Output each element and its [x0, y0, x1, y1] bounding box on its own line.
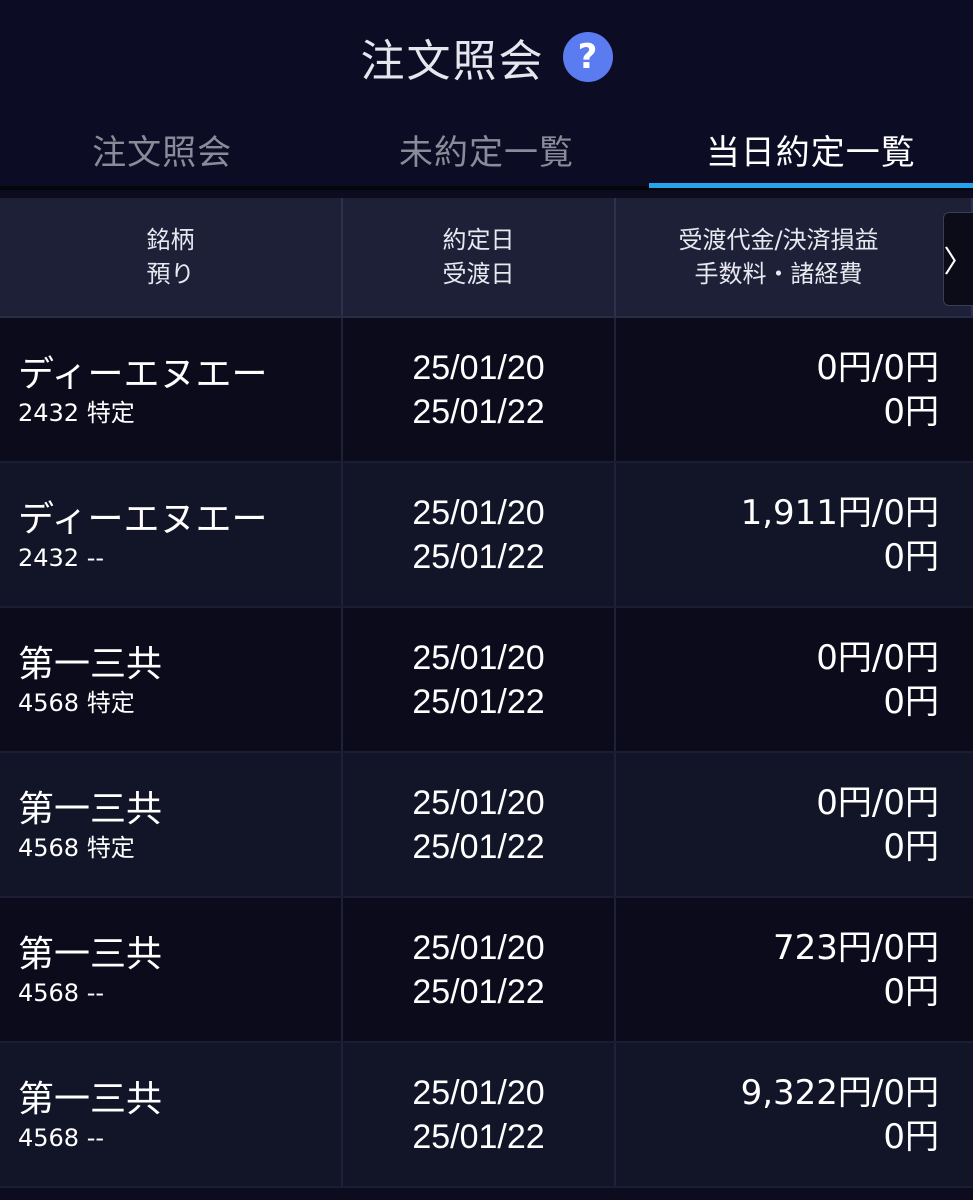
- settlement-amount: 1,911円/0円: [740, 492, 939, 533]
- tab-today-executions[interactable]: 当日約定一覧: [648, 112, 973, 188]
- settlement-amount: 0円/0円: [816, 782, 939, 823]
- tab-unexecuted-list[interactable]: 未約定一覧: [324, 112, 648, 186]
- tab-bar: 注文照会 未約定一覧 当日約定一覧: [0, 112, 973, 190]
- stock-code-account: 2432 特定: [18, 398, 135, 427]
- dates-cell: 25/01/20 25/01/22: [343, 753, 616, 896]
- settlement-date: 25/01/22: [412, 682, 545, 721]
- stock-cell: ディーエヌエー 2432 --: [0, 463, 343, 606]
- executions-table: 銘柄 預り 約定日 受渡日 受渡代金/決済損益 手数料・諸経費 〉 ディーエヌエ…: [0, 198, 973, 1188]
- settlement-amount: 723円/0円: [773, 927, 939, 968]
- column-header-dates-line1: 約定日: [442, 226, 515, 254]
- dates-cell: 25/01/20 25/01/22: [343, 608, 616, 751]
- trade-date: 25/01/20: [412, 493, 545, 532]
- question-circle-icon[interactable]: ?: [562, 32, 613, 82]
- fee-amount: 0円: [883, 681, 939, 722]
- stock-code-account: 4568 特定: [18, 833, 135, 862]
- column-header-stock: 銘柄 預り: [0, 198, 343, 316]
- stock-cell: ディーエヌエー 2432 特定: [0, 318, 343, 461]
- amounts-cell: 0円/0円 0円: [616, 318, 973, 461]
- settlement-date: 25/01/22: [412, 537, 545, 576]
- trade-date: 25/01/20: [412, 1073, 545, 1112]
- settlement-date: 25/01/22: [412, 972, 545, 1011]
- fee-amount: 0円: [883, 826, 939, 867]
- settlement-date: 25/01/22: [412, 1117, 545, 1156]
- table-row[interactable]: 第一三共 4568 -- 25/01/20 25/01/22 9,322円/0円…: [0, 1043, 973, 1188]
- dates-cell: 25/01/20 25/01/22: [343, 463, 616, 606]
- amounts-cell: 0円/0円 0円: [616, 753, 973, 896]
- stock-cell: 第一三共 4568 --: [0, 1043, 343, 1186]
- dates-cell: 25/01/20 25/01/22: [343, 318, 616, 461]
- scroll-right-button[interactable]: 〉: [943, 212, 973, 306]
- settlement-amount: 0円/0円: [816, 637, 939, 678]
- settlement-amount: 0円/0円: [816, 347, 939, 388]
- stock-name: 第一三共: [18, 788, 163, 830]
- dates-cell: 25/01/20 25/01/22: [343, 1043, 616, 1186]
- column-header-dates: 約定日 受渡日: [343, 198, 616, 316]
- stock-cell: 第一三共 4568 特定: [0, 753, 343, 896]
- table-row[interactable]: 第一三共 4568 特定 25/01/20 25/01/22 0円/0円 0円: [0, 753, 973, 898]
- trade-date: 25/01/20: [412, 928, 545, 967]
- stock-code-account: 4568 --: [18, 1123, 105, 1152]
- trade-date: 25/01/20: [412, 638, 545, 677]
- tab-order-inquiry[interactable]: 注文照会: [0, 112, 324, 186]
- table-row[interactable]: ディーエヌエー 2432 特定 25/01/20 25/01/22 0円/0円 …: [0, 318, 973, 463]
- settlement-date: 25/01/22: [412, 392, 545, 431]
- chevron-right-icon: 〉: [943, 245, 973, 280]
- table-row[interactable]: 第一三共 4568 -- 25/01/20 25/01/22 723円/0円 0…: [0, 898, 973, 1043]
- dates-cell: 25/01/20 25/01/22: [343, 898, 616, 1041]
- table-header: 銘柄 預り 約定日 受渡日 受渡代金/決済損益 手数料・諸経費 〉: [0, 198, 973, 318]
- column-header-stock-line2: 預り: [146, 260, 195, 288]
- settlement-amount: 9,322円/0円: [740, 1072, 939, 1113]
- stock-code-account: 4568 特定: [18, 688, 135, 717]
- fee-amount: 0円: [883, 391, 939, 432]
- title-bar: 注文照会 ?: [0, 22, 973, 92]
- stock-cell: 第一三共 4568 特定: [0, 608, 343, 751]
- column-header-amounts-line2: 手数料・諸経費: [694, 260, 863, 288]
- stock-name: 第一三共: [18, 643, 163, 685]
- fee-amount: 0円: [883, 1116, 939, 1157]
- trade-date: 25/01/20: [412, 348, 545, 387]
- stock-code-account: 2432 --: [18, 543, 105, 572]
- column-header-amounts: 受渡代金/決済損益 手数料・諸経費: [616, 198, 973, 316]
- trade-date: 25/01/20: [412, 783, 545, 822]
- fee-amount: 0円: [883, 536, 939, 577]
- app-header: 注文照会 ?: [0, 0, 973, 112]
- amounts-cell: 0円/0円 0円: [616, 608, 973, 751]
- column-header-dates-line2: 受渡日: [442, 260, 515, 288]
- amounts-cell: 1,911円/0円 0円: [616, 463, 973, 606]
- amounts-cell: 723円/0円 0円: [616, 898, 973, 1041]
- stock-name: 第一三共: [18, 1078, 163, 1120]
- page-title: 注文照会: [360, 36, 545, 87]
- fee-amount: 0円: [883, 971, 939, 1012]
- amounts-cell: 9,322円/0円 0円: [616, 1043, 973, 1186]
- table-row[interactable]: ディーエヌエー 2432 -- 25/01/20 25/01/22 1,911円…: [0, 463, 973, 608]
- table-row[interactable]: 第一三共 4568 特定 25/01/20 25/01/22 0円/0円 0円: [0, 608, 973, 753]
- settlement-date: 25/01/22: [412, 827, 545, 866]
- stock-name: 第一三共: [18, 933, 163, 975]
- stock-cell: 第一三共 4568 --: [0, 898, 343, 1041]
- column-header-amounts-line1: 受渡代金/決済損益: [678, 226, 879, 254]
- stock-code-account: 4568 --: [18, 978, 105, 1007]
- stock-name: ディーエヌエー: [18, 498, 268, 540]
- column-header-stock-line1: 銘柄: [146, 226, 195, 254]
- stock-name: ディーエヌエー: [18, 353, 268, 395]
